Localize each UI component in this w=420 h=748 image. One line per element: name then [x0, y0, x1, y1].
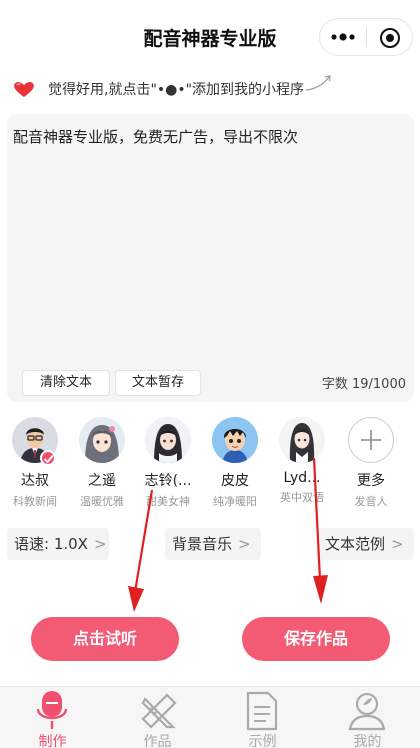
curved-arrow-icon — [305, 75, 331, 91]
tab-works[interactable]: 作品 — [105, 687, 210, 748]
sample-label: 文本范例 — [325, 535, 386, 553]
add-to-mini-program-tip: 觉得好用,就点击"•●•"添加到我的小程序 — [12, 75, 412, 100]
save-work-button[interactable]: 保存作品 — [242, 617, 390, 661]
voice-item-dashu[interactable]: 达叔 科教新闻 — [0, 417, 70, 509]
red-arrow-left-annotation — [128, 489, 154, 612]
voice-name: 志铃(... — [144, 473, 192, 489]
voice-selector: 达叔 科教新闻 之遥 温暖优雅 志铃(... 甜美女神 皮皮 纯净暖阳 Lyd.… — [0, 417, 420, 512]
background-music-option[interactable]: 背景音乐 > — [165, 528, 261, 560]
microphone-icon — [36, 691, 68, 729]
tab-make[interactable]: 制作 — [0, 687, 105, 748]
voice-name: 更多 — [357, 473, 385, 489]
user-icon — [348, 692, 386, 731]
voice-item-pipi[interactable]: 皮皮 纯净暖阳 — [200, 417, 270, 509]
nav-bar: 配音神器专业版 — [0, 0, 420, 72]
close-mini-program-button[interactable] — [367, 19, 413, 55]
chevron-right-icon: > — [93, 535, 107, 553]
text-editor[interactable]: 配音神器专业版，免费无广告，导出不限次 清除文本 文本暂存 字数 19/1000 — [7, 114, 414, 402]
editor-content[interactable]: 配音神器专业版，免费无广告，导出不限次 — [13, 126, 298, 147]
cartoon-boy-avatar-icon — [212, 417, 258, 463]
voice-desc: 科教新闻 — [13, 495, 57, 508]
avatar — [79, 417, 125, 463]
tab-label: 作品 — [143, 734, 172, 748]
music-label: 背景音乐 — [172, 535, 233, 553]
document-icon — [246, 691, 278, 731]
bottom-tab-bar: 制作 作品 示例 我的 — [0, 686, 420, 748]
tab-label: 示例 — [248, 734, 277, 748]
more-dots-icon — [331, 33, 355, 41]
voice-name: 达叔 — [21, 473, 49, 489]
plus-icon — [361, 430, 381, 450]
more-menu-button[interactable] — [320, 19, 366, 55]
tab-mine[interactable]: 我的 — [315, 687, 420, 748]
chevron-right-icon: > — [391, 535, 404, 553]
tab-examples[interactable]: 示例 — [210, 687, 315, 748]
mini-program-capsule — [319, 18, 413, 56]
tab-label: 制作 — [38, 734, 67, 748]
speed-label: 语速: 1.0X — [14, 535, 88, 553]
tab-label: 我的 — [353, 734, 382, 748]
pencil-ruler-icon — [141, 693, 177, 729]
voice-desc: 发音人 — [354, 495, 388, 508]
target-close-icon — [380, 28, 400, 48]
speed-option[interactable]: 语速: 1.0X > — [7, 528, 109, 560]
avatar — [212, 417, 258, 463]
clear-text-button[interactable]: 清除文本 — [22, 370, 110, 396]
anime-girl-avatar-icon — [145, 417, 191, 463]
more-voices-circle — [348, 417, 394, 463]
heart-icon — [14, 81, 34, 97]
voice-name: 之遥 — [88, 473, 116, 489]
voice-name: 皮皮 — [221, 473, 249, 489]
red-arrow-right-annotation — [312, 457, 328, 604]
voice-desc: 纯净暖阳 — [213, 495, 257, 508]
tip-text: 觉得好用,就点击"•●•"添加到我的小程序 — [48, 82, 305, 98]
listen-button[interactable]: 点击试听 — [31, 617, 179, 661]
save-draft-button[interactable]: 文本暂存 — [115, 370, 201, 396]
chevron-right-icon: > — [238, 535, 251, 553]
anime-girl-avatar-icon — [79, 417, 125, 463]
char-count: 字数 19/1000 — [321, 377, 406, 392]
avatar — [145, 417, 191, 463]
check-icon — [43, 454, 54, 464]
selected-check-badge — [40, 450, 56, 466]
voice-item-more[interactable]: 更多 发音人 — [336, 417, 406, 509]
